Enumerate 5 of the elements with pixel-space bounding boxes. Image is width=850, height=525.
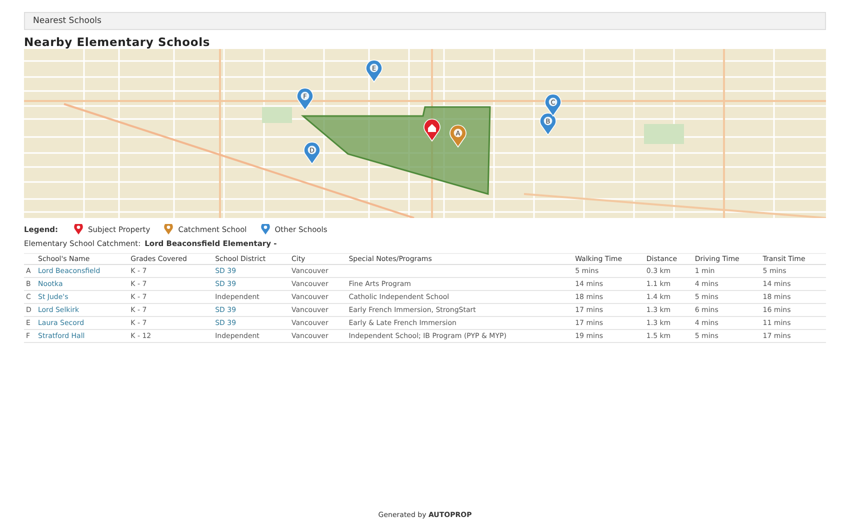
map-pin-icon: [164, 224, 174, 235]
section-header: Nearest Schools: [24, 12, 826, 30]
map-pin-icon: [260, 224, 270, 235]
map-pin-icon: [74, 224, 84, 235]
section-title: Nearby Elementary Schools: [24, 36, 211, 49]
